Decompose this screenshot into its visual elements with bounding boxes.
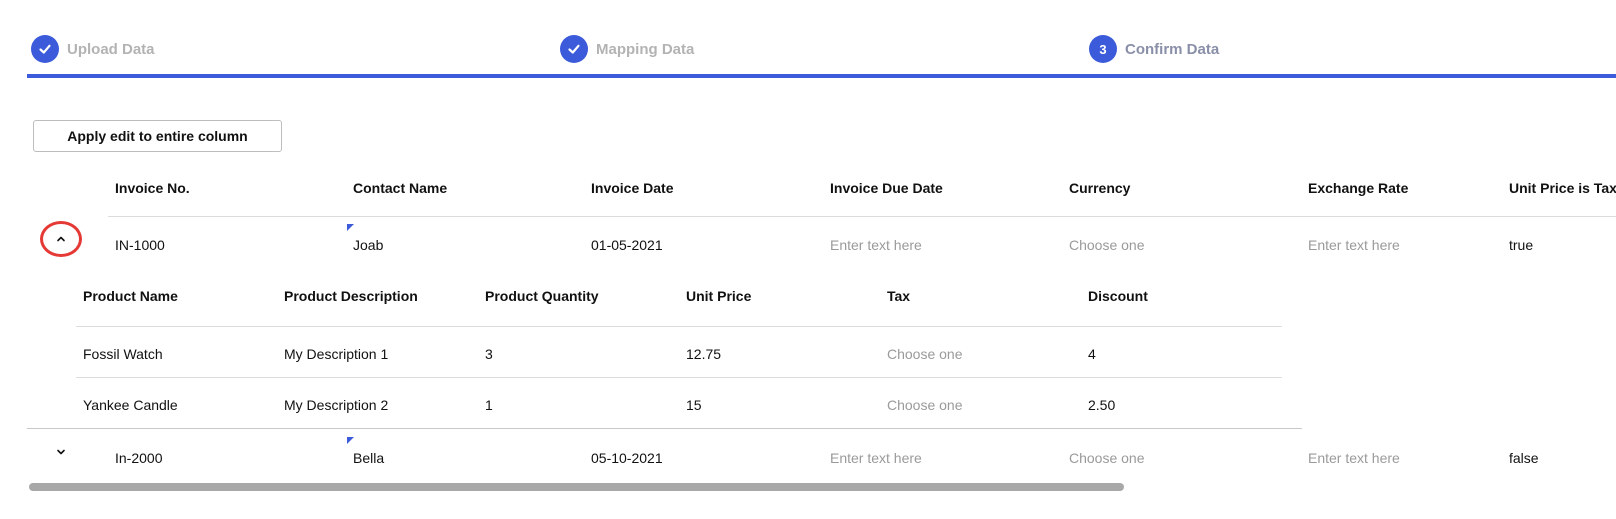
product-description-cell[interactable]: My Description 1 <box>284 346 388 362</box>
column-header-exchange-rate[interactable]: Exchange Rate <box>1308 180 1408 196</box>
column-header-invoice-date[interactable]: Invoice Date <box>591 180 673 196</box>
expand-row-button[interactable] <box>44 435 78 469</box>
step-upload-data[interactable]: Upload Data <box>31 35 155 63</box>
currency-select[interactable]: Choose one <box>1069 237 1145 253</box>
product-quantity-cell[interactable]: 1 <box>485 397 493 413</box>
product-name-cell[interactable]: Fossil Watch <box>83 346 163 362</box>
contact-name-cell[interactable]: Bella <box>353 450 384 466</box>
invoice-date-cell[interactable]: 01-05-2021 <box>591 237 663 253</box>
stepper-progress-line <box>27 74 1616 78</box>
product-description-cell[interactable]: My Description 2 <box>284 397 388 413</box>
unit-price-tax-inclusive-cell[interactable]: true <box>1509 237 1533 253</box>
subcolumn-header-tax[interactable]: Tax <box>887 288 910 304</box>
invoice-no-cell[interactable]: IN-1000 <box>115 237 165 253</box>
product-quantity-cell[interactable]: 3 <box>485 346 493 362</box>
collapse-row-button[interactable] <box>40 221 82 257</box>
subcolumn-header-product-name[interactable]: Product Name <box>83 288 178 304</box>
check-icon <box>31 35 59 63</box>
apply-edit-to-column-button[interactable]: Apply edit to entire column <box>33 120 282 152</box>
edited-cell-marker <box>347 224 354 231</box>
chevron-down-icon <box>57 449 65 455</box>
column-header-currency[interactable]: Currency <box>1069 180 1130 196</box>
tax-select[interactable]: Choose one <box>887 397 963 413</box>
subcolumn-header-discount[interactable]: Discount <box>1088 288 1148 304</box>
invoice-no-cell[interactable]: In-2000 <box>115 450 162 466</box>
discount-cell[interactable]: 4 <box>1088 346 1096 362</box>
edited-cell-marker <box>347 437 354 444</box>
subcolumn-header-product-quantity[interactable]: Product Quantity <box>485 288 599 304</box>
column-header-unit-price-tax-inclusive[interactable]: Unit Price is Tax I <box>1509 180 1616 196</box>
header-divider <box>108 216 1616 217</box>
tax-select[interactable]: Choose one <box>887 346 963 362</box>
invoice-due-date-input[interactable]: Enter text here <box>830 237 922 253</box>
subtable-row-divider <box>76 377 1282 378</box>
exchange-rate-input[interactable]: Enter text here <box>1308 237 1400 253</box>
column-header-invoice-due-date[interactable]: Invoice Due Date <box>830 180 943 196</box>
step-mapping-data[interactable]: Mapping Data <box>560 35 694 63</box>
check-icon <box>560 35 588 63</box>
subcolumn-header-product-description[interactable]: Product Description <box>284 288 418 304</box>
step-number: 3 <box>1089 35 1117 63</box>
step-confirm-data[interactable]: 3 Confirm Data <box>1089 35 1219 63</box>
step-label: Mapping Data <box>596 40 695 58</box>
horizontal-scrollbar-thumb[interactable] <box>29 483 1124 491</box>
product-name-cell[interactable]: Yankee Candle <box>83 397 178 413</box>
currency-select[interactable]: Choose one <box>1069 450 1145 466</box>
unit-price-cell[interactable]: 12.75 <box>686 346 721 362</box>
subtable-header-divider <box>76 326 1282 327</box>
column-header-invoice-no[interactable]: Invoice No. <box>115 180 190 196</box>
discount-cell[interactable]: 2.50 <box>1088 397 1115 413</box>
unit-price-tax-inclusive-cell[interactable]: false <box>1509 450 1539 466</box>
step-label: Confirm Data <box>1125 40 1220 58</box>
contact-name-cell[interactable]: Joab <box>353 237 383 253</box>
unit-price-cell[interactable]: 15 <box>686 397 702 413</box>
exchange-rate-input[interactable]: Enter text here <box>1308 450 1400 466</box>
row-divider <box>27 428 1302 429</box>
step-label: Upload Data <box>67 40 155 58</box>
subcolumn-header-unit-price[interactable]: Unit Price <box>686 288 751 304</box>
chevron-up-icon <box>57 236 65 242</box>
column-header-contact-name[interactable]: Contact Name <box>353 180 447 196</box>
invoice-due-date-input[interactable]: Enter text here <box>830 450 922 466</box>
invoice-date-cell[interactable]: 05-10-2021 <box>591 450 663 466</box>
